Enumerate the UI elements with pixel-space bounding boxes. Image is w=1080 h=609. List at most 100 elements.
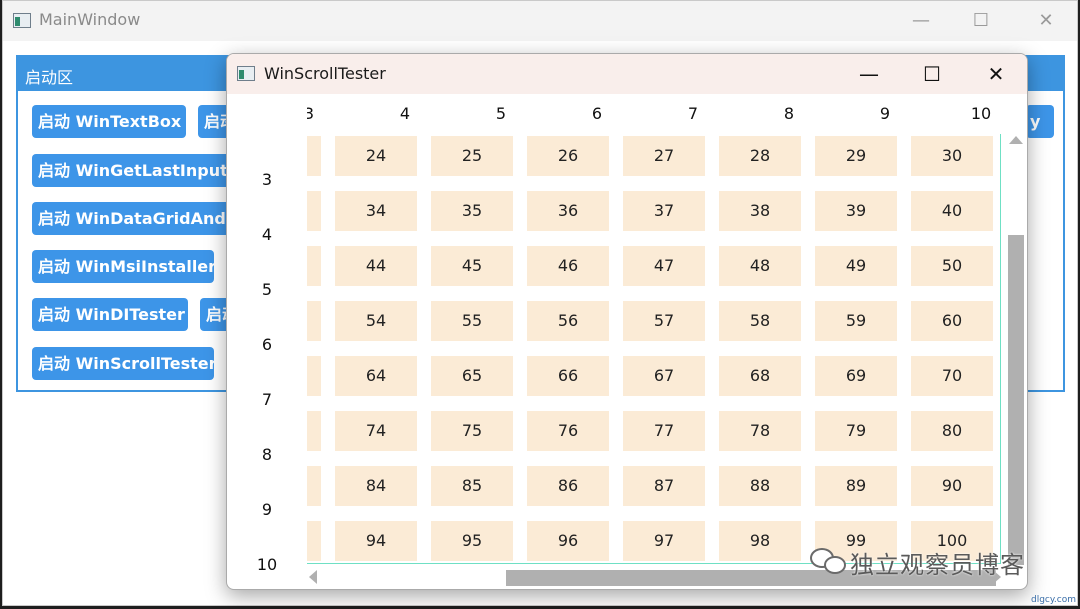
grid-cell: 36	[527, 191, 609, 231]
grid-cell: 56	[527, 301, 609, 341]
grid-cell: 44	[335, 246, 417, 286]
grid-cell: 96	[527, 521, 609, 561]
grid-cell: 54	[335, 301, 417, 341]
grid-cell: 77	[623, 411, 705, 451]
launch-windatagridandlist-button[interactable]: 启动 WinDataGridAndL	[32, 202, 242, 235]
grid-cell: 24	[335, 136, 417, 176]
grid-cell: 59	[815, 301, 897, 341]
launch-group-title: 启动区	[25, 68, 74, 87]
grid-cell: 65	[431, 356, 513, 396]
grid-cell: 46	[527, 246, 609, 286]
grid-cell: 26	[527, 136, 609, 176]
grid-cell: 85	[431, 466, 513, 506]
grid-cell: 57	[623, 301, 705, 341]
row-headers: 3 4 5 6 7 8 9 10	[247, 134, 297, 574]
grid-cell: 34	[335, 191, 417, 231]
column-header: 6	[591, 104, 603, 123]
column-header: 4	[399, 104, 411, 123]
grid-cell: 86	[527, 466, 609, 506]
row-header: 5	[261, 280, 273, 299]
grid-cell: 29	[815, 136, 897, 176]
row-header: 4	[261, 225, 273, 244]
grid-cell-clipped	[307, 356, 321, 396]
grid-cell: 95	[431, 521, 513, 561]
grid-cell-clipped	[307, 301, 321, 341]
launch-winscrolltester-button[interactable]: 启动 WinScrollTester	[32, 347, 214, 380]
vertical-scroll-thumb[interactable]	[1008, 235, 1024, 565]
grid-cell: 66	[527, 356, 609, 396]
grid-cell: 48	[719, 246, 801, 286]
grid-cell-clipped	[307, 521, 321, 561]
maximize-button[interactable]: ☐	[959, 7, 1003, 35]
grid-cell: 30	[911, 136, 993, 176]
close-button[interactable]: ✕	[971, 60, 1021, 88]
column-header: 5	[495, 104, 507, 123]
grid-cell: 40	[911, 191, 993, 231]
grid-cell: 70	[911, 356, 993, 396]
grid-cell: 28	[719, 136, 801, 176]
launch-winmsiinstaller-button[interactable]: 启动 WinMsiInstaller	[32, 250, 214, 283]
main-window-title: MainWindow	[39, 10, 141, 29]
row-header: 9	[261, 500, 273, 519]
watermark: 独立观察员博客	[810, 544, 1025, 580]
row-header: 8	[261, 445, 273, 464]
grid-cell: 25	[431, 136, 513, 176]
grid-cell: 74	[335, 411, 417, 451]
grid-cell-clipped	[307, 136, 321, 176]
grid-cell: 68	[719, 356, 801, 396]
row-header: 7	[261, 390, 273, 409]
close-button[interactable]: ✕	[1024, 7, 1068, 35]
watermark-text: 独立观察员博客	[850, 550, 1025, 579]
grid-cell: 39	[815, 191, 897, 231]
grid-cell: 55	[431, 301, 513, 341]
grid-cell: 69	[815, 356, 897, 396]
launch-winditester-button[interactable]: 启动 WinDITester	[32, 298, 188, 331]
grid-cell: 60	[911, 301, 993, 341]
grid-cell: 90	[911, 466, 993, 506]
grid-cell: 94	[335, 521, 417, 561]
grid-cell: 97	[623, 521, 705, 561]
scroll-up-arrow-icon[interactable]	[1009, 136, 1023, 144]
scroll-left-arrow-icon[interactable]	[309, 570, 317, 584]
minimize-button[interactable]: —	[899, 7, 943, 35]
grid-cell: 75	[431, 411, 513, 451]
column-header: 3	[307, 104, 329, 123]
column-header: 9	[879, 104, 891, 123]
vertical-scrollbar[interactable]	[1006, 134, 1026, 566]
grid-cell: 27	[623, 136, 705, 176]
grid-cell: 80	[911, 411, 993, 451]
grid-cell: 67	[623, 356, 705, 396]
maximize-button[interactable]: ☐	[907, 60, 957, 88]
row-header: 10	[256, 555, 278, 574]
main-window-titlebar[interactable]: MainWindow — ☐ ✕	[3, 1, 1077, 41]
scroll-tester-titlebar[interactable]: WinScrollTester — ☐ ✕	[227, 54, 1027, 94]
launch-wintextbox-button[interactable]: 启动 WinTextBox	[32, 105, 186, 138]
grid-cell-clipped	[307, 246, 321, 286]
grid-cell: 88	[719, 466, 801, 506]
grid-cell: 98	[719, 521, 801, 561]
grid-cell: 79	[815, 411, 897, 451]
column-header: 10	[970, 104, 992, 123]
launch-wingetlastinputinfo-button[interactable]: 启动 WinGetLastInputIn	[32, 154, 242, 187]
grid-cell: 78	[719, 411, 801, 451]
grid-cell: 38	[719, 191, 801, 231]
scroll-tester-title: WinScrollTester	[264, 64, 386, 83]
grid-cell-clipped	[307, 466, 321, 506]
grid-viewport[interactable]: 24 25 26 27 28 29 30 34 35 36 37 38 39 40 44 45 46 47 48 49…	[307, 134, 1001, 564]
grid-cell: 64	[335, 356, 417, 396]
grid-cell-clipped	[307, 191, 321, 231]
minimize-button[interactable]: —	[844, 60, 894, 88]
scroll-tester-window: WinScrollTester — ☐ ✕ 345678910 34567891…	[226, 53, 1028, 590]
row-header: 6	[261, 335, 273, 354]
launch-button-partial-right[interactable]: y	[1026, 105, 1054, 138]
grid-cell: 89	[815, 466, 897, 506]
row-header: 3	[261, 170, 273, 189]
grid-cell-clipped	[307, 411, 321, 451]
grid-cell: 49	[815, 246, 897, 286]
grid-cell: 50	[911, 246, 993, 286]
grid-cell: 45	[431, 246, 513, 286]
grid-cell: 87	[623, 466, 705, 506]
grid-cell: 35	[431, 191, 513, 231]
column-headers: 3 4 5 6 7 8 9 10	[307, 94, 1007, 134]
grid-cell: 58	[719, 301, 801, 341]
